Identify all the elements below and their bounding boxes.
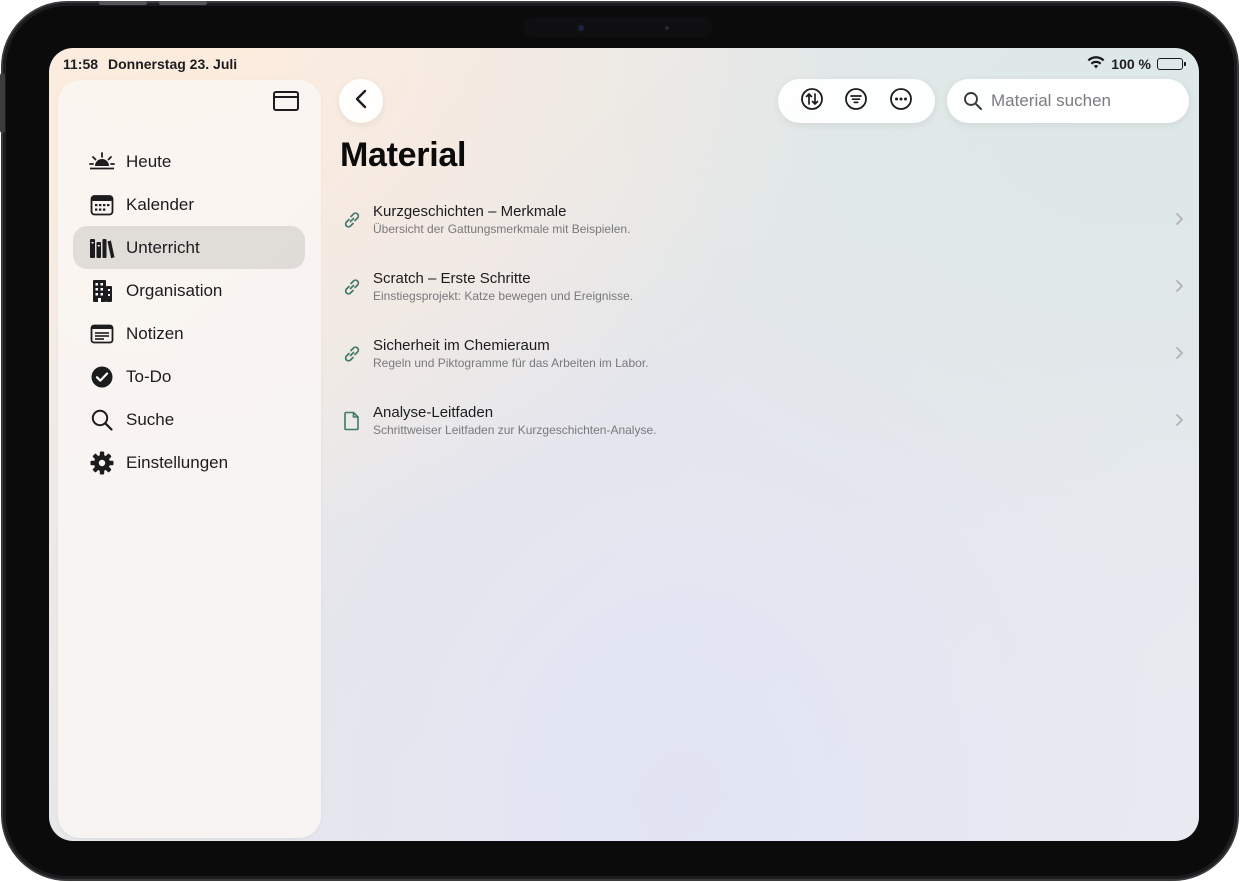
list-item-subtitle: Regeln und Piktogramme für das Arbeiten …	[373, 356, 649, 370]
search-icon	[963, 91, 983, 111]
sidebar-item-label: Unterricht	[126, 237, 200, 257]
sidebar-item-einstellungen[interactable]: Einstellungen	[73, 441, 305, 484]
list-item-text: Sicherheit im Chemieraum Regeln und Pikt…	[373, 336, 1185, 371]
sensor-dot	[665, 26, 669, 30]
sidebar-item-unterricht[interactable]: Unterricht	[73, 226, 305, 269]
document-icon	[341, 410, 363, 432]
sidebar: Heute Kalender Unterricht Organisation N…	[58, 80, 321, 838]
chevron-left-icon	[355, 89, 367, 114]
list-item[interactable]: Sicherheit im Chemieraum Regeln und Pikt…	[335, 320, 1185, 387]
sidebar-item-label: Notizen	[126, 323, 184, 343]
volume-button	[159, 1, 207, 5]
status-bar: 11:58 Donnerstag 23. Juli 100 %	[49, 48, 1199, 80]
side-button	[0, 73, 5, 133]
list-item-text: Analyse-Leitfaden Schrittweiser Leitfade…	[373, 403, 1185, 438]
chevron-right-icon	[1173, 411, 1185, 429]
status-time: 11:58	[63, 56, 99, 72]
list-item[interactable]: Kurzgeschichten – Merkmale Übersicht der…	[335, 186, 1185, 253]
list-item-title: Analyse-Leitfaden	[373, 404, 494, 421]
material-list: Kurzgeschichten – Merkmale Übersicht der…	[335, 186, 1185, 454]
list-item-text: Kurzgeschichten – Merkmale Übersicht der…	[373, 202, 1185, 237]
magnifier-icon	[89, 407, 115, 433]
notes-icon	[89, 321, 115, 347]
sidebar-item-label: Suche	[126, 409, 175, 429]
list-item-title: Scratch – Erste Schritte	[373, 270, 531, 287]
sidebar-item-label: Organisation	[126, 280, 223, 300]
list-item-title: Kurzgeschichten – Merkmale	[373, 203, 567, 220]
more-button[interactable]	[887, 87, 915, 115]
chevron-right-icon	[1173, 344, 1185, 362]
chevron-right-icon	[1173, 210, 1185, 228]
building-icon	[89, 278, 115, 304]
filter-button[interactable]	[842, 87, 870, 115]
sidebar-item-label: Einstellungen	[126, 452, 229, 472]
sidebar-item-label: To-Do	[126, 366, 172, 386]
filter-icon	[844, 87, 868, 116]
battery-icon	[1157, 58, 1186, 70]
link-icon	[341, 209, 363, 231]
sidebar-item-organisation[interactable]: Organisation	[73, 269, 305, 312]
search-input[interactable]	[991, 91, 1181, 111]
sidebar-item-notizen[interactable]: Notizen	[73, 312, 305, 355]
sidebar-item-to-do[interactable]: To-Do	[73, 355, 305, 398]
screen: 11:58 Donnerstag 23. Juli 100 % Heute Ka…	[49, 48, 1199, 841]
back-button[interactable]	[339, 79, 383, 123]
checkmark-circle-icon	[89, 364, 115, 390]
sidebar-nav: Heute Kalender Unterricht Organisation N…	[73, 140, 305, 484]
list-item-subtitle: Übersicht der Gattungsmerkmale mit Beisp…	[373, 222, 631, 236]
status-indicators: 100 %	[1087, 56, 1186, 72]
wifi-icon	[1087, 56, 1105, 72]
sidebar-item-label: Heute	[126, 151, 172, 171]
gear-icon	[89, 450, 115, 476]
battery-percent: 100 %	[1111, 56, 1151, 72]
search-bar[interactable]	[947, 79, 1189, 123]
sidebar-item-kalender[interactable]: Kalender	[73, 183, 305, 226]
camera-icon	[576, 23, 586, 33]
ipad-frame: 11:58 Donnerstag 23. Juli 100 % Heute Ka…	[0, 1, 1237, 879]
list-item-subtitle: Einstiegsprojekt: Katze bewegen und Erei…	[373, 289, 634, 303]
sort-arrows-icon	[800, 87, 824, 116]
status-date: Donnerstag 23. Juli	[108, 56, 238, 72]
sidebar-item-heute[interactable]: Heute	[73, 140, 305, 183]
page-title: Material	[340, 136, 467, 174]
sidebar-toggle-icon[interactable]	[273, 91, 299, 111]
list-item-title: Sicherheit im Chemieraum	[373, 337, 550, 354]
camera-housing	[523, 17, 713, 37]
list-item-subtitle: Schrittweiser Leitfaden zur Kurzgeschich…	[373, 423, 657, 437]
volume-button	[99, 1, 147, 5]
sort-button[interactable]	[798, 87, 826, 115]
calendar-icon	[89, 192, 115, 218]
ellipsis-circle-icon	[889, 87, 913, 116]
sidebar-item-suche[interactable]: Suche	[73, 398, 305, 441]
list-item[interactable]: Analyse-Leitfaden Schrittweiser Leitfade…	[335, 387, 1185, 454]
link-icon	[341, 276, 363, 298]
list-item[interactable]: Scratch – Erste Schritte Einstiegsprojek…	[335, 253, 1185, 320]
chevron-right-icon	[1173, 277, 1185, 295]
books-icon	[89, 235, 115, 261]
toolbar	[778, 79, 935, 123]
sidebar-item-label: Kalender	[126, 194, 195, 214]
sunrise-icon	[89, 149, 115, 175]
list-item-text: Scratch – Erste Schritte Einstiegsprojek…	[373, 269, 1185, 304]
link-icon	[341, 343, 363, 365]
